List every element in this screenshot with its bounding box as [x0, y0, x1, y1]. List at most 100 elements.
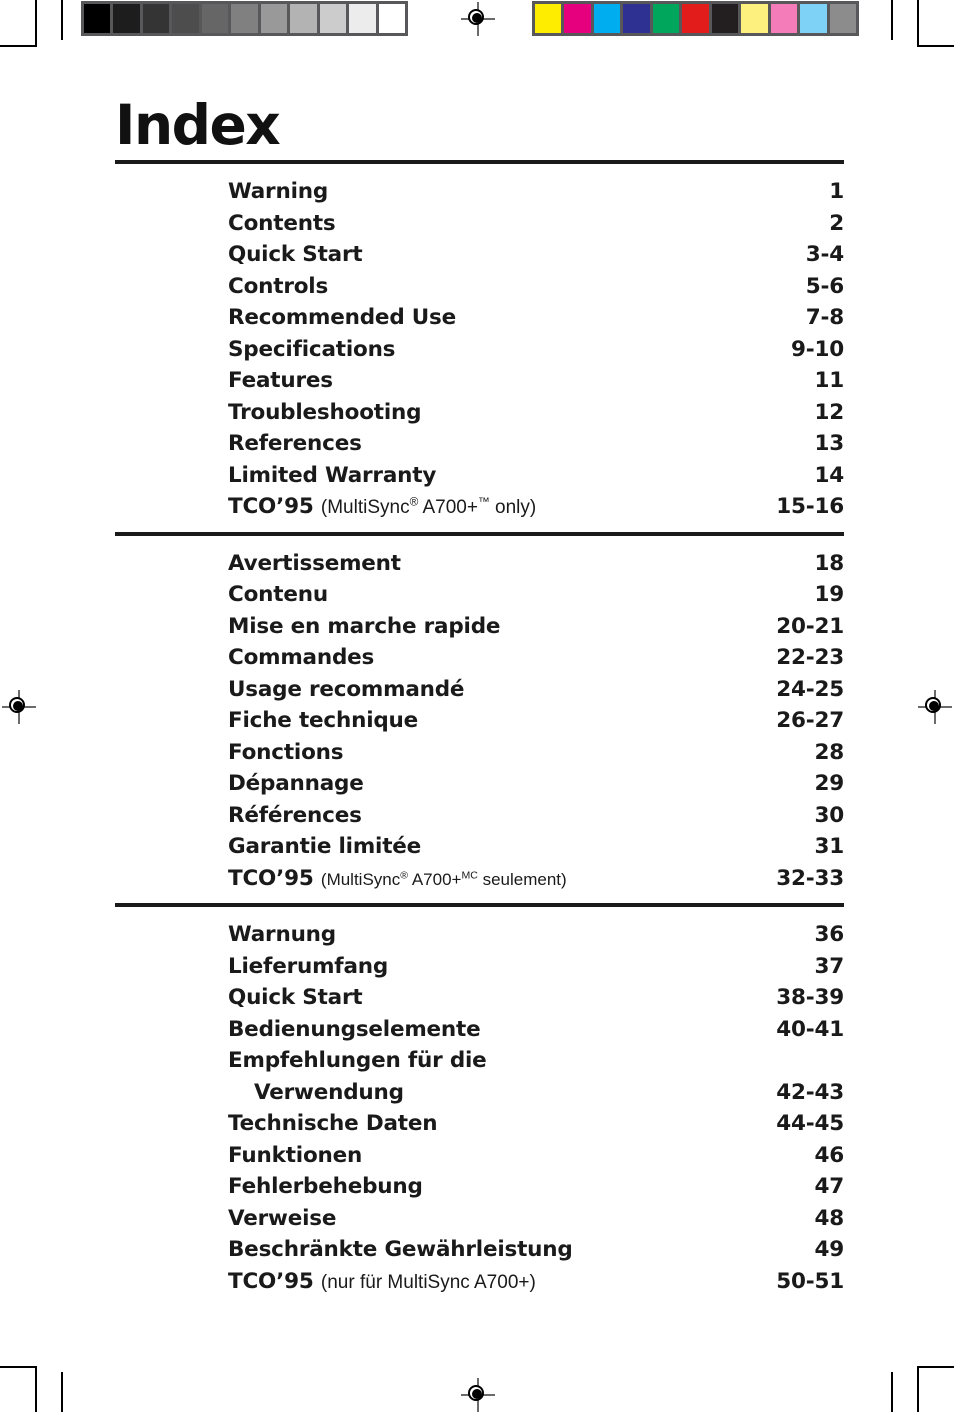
tco-note-open: (nur für MultiSync A700+): [320, 1271, 536, 1293]
color-swatch-1: [564, 4, 591, 33]
grayscale-swatch-2: [142, 4, 170, 33]
grayscale-swatch-7: [290, 4, 317, 33]
trademark-mc-icon: MC: [461, 868, 478, 881]
index-entry[interactable]: Verweise 48: [115, 1203, 844, 1235]
index-entry[interactable]: Beschränkte Gewährleistung 49: [115, 1234, 844, 1266]
index-entry-page-number: 18: [814, 550, 844, 576]
tco-label: TCO’95: [228, 865, 314, 891]
index-entry[interactable]: Références 30: [115, 800, 844, 832]
index-entry[interactable]: Features 11: [115, 365, 844, 397]
index-entry-label: Features: [228, 368, 333, 393]
grayscale-swatch-9: [349, 4, 376, 33]
index-entry[interactable]: Quick Start 38-39: [115, 982, 844, 1014]
index-entry[interactable]: Usage recommandé 24-25: [115, 674, 844, 706]
index-entry[interactable]: Technische Daten 44-45: [115, 1108, 844, 1140]
index-entry[interactable]: TCO’95 (nur für MultiSync A700+) 50-51: [115, 1266, 844, 1298]
index-entry-label: TCO’95 (MultiSync® A700+™ only): [228, 491, 736, 524]
crop-mark-bottom-right-inner: [891, 1372, 893, 1412]
index-entry[interactable]: Contents 2: [115, 208, 844, 240]
color-swatch-0: [535, 4, 562, 33]
crop-mark-top-left-inner: [61, 0, 63, 40]
registered-trademark-icon: ®: [400, 868, 409, 881]
index-entry[interactable]: Garantie limitée 31: [115, 831, 844, 863]
index-entry-page-number: 19: [814, 582, 844, 607]
crop-mark-top-right-outer: [917, 0, 919, 45]
index-entry-page-number: 2: [829, 210, 844, 236]
color-swatch-5: [682, 4, 709, 33]
index-entry[interactable]: Lieferumfang 37: [115, 951, 844, 983]
index-entry-label: Fiche technique: [228, 708, 419, 733]
index-entry[interactable]: Recommended Use 7-8: [115, 302, 844, 334]
index-entry[interactable]: Commandes 22-23: [115, 642, 844, 674]
index-entry-page-number: 15-16: [776, 494, 844, 519]
index-entry-page-number: 40-41: [776, 1016, 844, 1042]
index-entry-page-number: 3-4: [805, 242, 844, 267]
index-entry-label: Quick Start: [228, 242, 363, 267]
index-entry[interactable]: Specifications 9-10: [115, 334, 844, 366]
crop-mark-left-top-tick: [0, 45, 37, 47]
grayscale-swatch-3: [172, 4, 199, 33]
index-entry-label: Quick Start: [228, 985, 363, 1010]
index-entry[interactable]: TCO’95 (MultiSync® A700+MC seulement) 32-…: [115, 863, 844, 895]
crop-mark-right-top-tick: [917, 45, 954, 47]
index-entry-label: Warning: [228, 179, 329, 204]
index-entry[interactable]: References 13: [115, 428, 844, 460]
tco-label: TCO’95: [228, 1268, 314, 1294]
registration-mark-right: [918, 690, 952, 724]
index-entry-page-number: 42-43: [776, 1079, 844, 1105]
tco-note-close: seulement): [477, 869, 567, 889]
index-entry[interactable]: Avertissement 18: [115, 548, 844, 580]
index-entry[interactable]: Funktionen 46: [115, 1140, 844, 1172]
index-section-english: Warning 1 Contents 2 Quick Start 3-4 Controls 5…: [115, 164, 844, 532]
index-entry[interactable]: Dépannage 29: [115, 768, 844, 800]
index-entry-page-number: 50-51: [776, 1268, 844, 1294]
index-entry[interactable]: Limited Warranty 14: [115, 460, 844, 492]
index-entry[interactable]: Contenu 19: [115, 579, 844, 611]
index-entry-page-number: 26-27: [776, 708, 844, 733]
grayscale-step-wedge: [81, 1, 408, 36]
registration-dot: [472, 1389, 482, 1399]
grayscale-swatch-6: [260, 4, 288, 33]
crop-mark-top-right-inner: [891, 0, 893, 40]
registration-dot: [13, 701, 23, 711]
color-swatch-2: [593, 4, 621, 33]
index-entry[interactable]: Troubleshooting 12: [115, 397, 844, 429]
tco-note-model: A700+: [408, 869, 462, 889]
index-entry[interactable]: Quick Start 3-4: [115, 239, 844, 271]
index-page: Index Warning 1 Contents 2 Quick Start 3-4 Con…: [115, 96, 844, 1306]
index-entry-label: Mise en marche rapide: [228, 613, 501, 639]
index-entry[interactable]: Warning 1: [115, 176, 844, 208]
index-entry[interactable]: TCO’95 (MultiSync® A700+™ only) 15-16: [115, 491, 844, 523]
index-entry-page-number: 44-45: [776, 1111, 844, 1136]
grayscale-swatch-10: [378, 4, 405, 33]
index-entry[interactable]: Fonctions 28: [115, 737, 844, 769]
index-entry-page-number: 37: [814, 953, 844, 979]
index-entry-label: Bedienungselemente: [228, 1016, 481, 1042]
index-entry-page-number: 5-6: [805, 273, 844, 299]
index-entry-label: Troubleshooting: [228, 399, 422, 425]
index-entry-label: Funktionen: [228, 1142, 363, 1168]
index-entry-page-number: 30: [814, 802, 844, 828]
index-entry[interactable]: Bedienungselemente 40-41: [115, 1014, 844, 1046]
page-title: Index: [115, 93, 281, 157]
index-entry[interactable]: Mise en marche rapide 20-21: [115, 611, 844, 643]
index-entry[interactable]: Warnung 36: [115, 919, 844, 951]
index-entry[interactable]: Fiche technique 26-27: [115, 705, 844, 737]
index-entry[interactable]: Controls 5-6: [115, 271, 844, 303]
index-entry-label: Technische Daten: [228, 1111, 438, 1136]
index-entry-label: Contenu: [228, 582, 328, 607]
grayscale-swatch-4: [201, 4, 229, 33]
index-entry-page-number: 49: [814, 1237, 844, 1262]
index-entry-page-number: 29: [814, 771, 844, 796]
index-entry[interactable]: Fehlerbehebung 47: [115, 1171, 844, 1203]
index-entry-page-number: 14: [814, 462, 844, 488]
color-swatch-10: [829, 4, 856, 33]
index-entry[interactable]: Verwendung 42-43: [115, 1077, 844, 1109]
index-entry[interactable]: Empfehlungen für die: [115, 1045, 844, 1077]
color-swatch-3: [623, 4, 650, 33]
grayscale-swatch-8: [319, 4, 347, 33]
index-entry-label: Fehlerbehebung: [228, 1174, 423, 1199]
color-swatch-4: [652, 4, 680, 33]
tco-model-note: (MultiSync® A700+™ only): [321, 496, 536, 518]
index-entry-page-number: 9-10: [790, 336, 844, 362]
